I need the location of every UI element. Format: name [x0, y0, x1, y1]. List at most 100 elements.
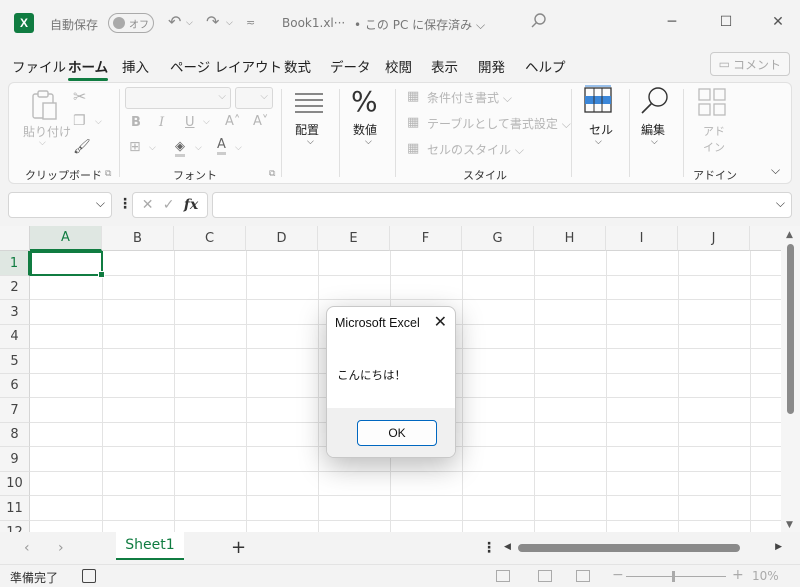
tab-review[interactable]: 校閲 — [385, 56, 412, 76]
shrink-font-button[interactable]: A˅ — [253, 114, 268, 129]
row-header[interactable]: 4 — [0, 325, 30, 349]
borders-icon[interactable]: ⊞ — [129, 139, 141, 155]
fill-color-icon[interactable]: ◈ — [175, 139, 185, 157]
tab-page-layout[interactable]: ページ レイアウト — [170, 56, 282, 76]
excel-icon[interactable]: X — [14, 13, 34, 33]
scroll-thumb[interactable] — [787, 244, 794, 414]
format-painter-icon[interactable]: 🖌 — [73, 139, 91, 155]
borders-dropdown-icon[interactable]: ⌵ — [149, 143, 156, 153]
row-header[interactable]: 2 — [0, 276, 30, 300]
italic-button[interactable]: I — [159, 115, 164, 130]
chevron-down-icon[interactable]: ⌵ — [776, 196, 785, 211]
bold-button[interactable]: B — [131, 115, 141, 130]
column-header[interactable]: J — [678, 226, 750, 251]
customize-qat-icon[interactable]: ≂ — [246, 16, 255, 29]
conditional-format-button[interactable]: 条件付き書式 ⌵ — [427, 89, 512, 106]
addins-button-line2[interactable]: イン — [703, 139, 725, 155]
redo-icon[interactable]: ↷ — [206, 12, 219, 31]
row-header[interactable]: 11 — [0, 496, 30, 521]
prev-sheet-icon[interactable]: ‹ — [24, 540, 30, 556]
document-title[interactable]: Book1.xl··· — [282, 16, 345, 30]
column-header[interactable]: B — [102, 226, 174, 251]
grow-font-button[interactable]: A˄ — [225, 114, 240, 129]
undo-icon[interactable]: ↶ — [168, 12, 181, 31]
tab-help[interactable]: ヘルプ — [525, 56, 566, 76]
chevron-down-icon[interactable]: ⌵ — [96, 196, 105, 211]
addins-icon[interactable] — [697, 87, 727, 117]
row-header[interactable]: 6 — [0, 374, 30, 398]
scroll-thumb[interactable] — [518, 544, 740, 552]
number-dropdown-icon[interactable]: ⌵ — [365, 137, 372, 147]
search-icon[interactable] — [530, 12, 548, 30]
ribbon-expand-icon[interactable]: ⌵ — [771, 163, 780, 178]
alignment-label[interactable]: 配置 — [295, 121, 319, 138]
zoom-level[interactable]: 10% — [752, 569, 779, 583]
editing-label[interactable]: 編集 — [641, 121, 665, 138]
row-header[interactable]: 10 — [0, 472, 30, 496]
minimize-icon[interactable]: ─ — [660, 10, 684, 34]
zoom-slider[interactable] — [626, 576, 726, 577]
paste-icon[interactable] — [29, 89, 59, 121]
cell-styles-button[interactable]: セルのスタイル ⌵ — [427, 141, 524, 158]
tab-home[interactable]: ホーム — [68, 56, 109, 81]
row-header[interactable]: 3 — [0, 300, 30, 325]
font-launcher-icon[interactable]: ⧉ — [269, 169, 275, 179]
column-header[interactable]: I — [606, 226, 678, 251]
addins-button-line1[interactable]: アド — [703, 123, 725, 139]
undo-dropdown-icon[interactable]: ⌵ — [186, 18, 193, 28]
maximize-icon[interactable]: ☐ — [714, 10, 738, 34]
column-header[interactable]: C — [174, 226, 246, 251]
row-header[interactable]: 8 — [0, 423, 30, 447]
font-color-dropdown-icon[interactable]: ⌵ — [235, 143, 242, 153]
clipboard-launcher-icon[interactable]: ⧉ — [105, 169, 111, 179]
font-color-icon[interactable]: A — [217, 137, 226, 155]
zoom-out-button[interactable]: − — [612, 567, 624, 583]
save-status[interactable]: • この PC に保存済み ⌵ — [354, 16, 485, 33]
underline-dropdown-icon[interactable]: ⌵ — [203, 117, 210, 127]
zoom-in-button[interactable]: + — [732, 567, 744, 583]
scroll-down-icon[interactable]: ▼ — [786, 520, 793, 530]
more-options-icon[interactable]: ⋮ — [118, 196, 132, 212]
column-header[interactable]: F — [390, 226, 462, 251]
row-header[interactable]: 9 — [0, 447, 30, 472]
alignment-icon[interactable] — [293, 91, 325, 117]
tab-insert[interactable]: 挿入 — [122, 56, 149, 76]
column-header[interactable]: H — [534, 226, 606, 251]
underline-button[interactable]: U — [185, 115, 195, 130]
next-sheet-icon[interactable]: › — [58, 540, 64, 556]
tab-data[interactable]: データ — [330, 56, 371, 76]
font-size-dropdown[interactable]: ⌵ — [235, 87, 273, 109]
row-header[interactable]: 5 — [0, 349, 30, 374]
redo-dropdown-icon[interactable]: ⌵ — [226, 18, 233, 28]
add-sheet-button[interactable]: + — [231, 537, 246, 558]
cancel-icon[interactable]: ✕ — [142, 197, 154, 213]
column-header[interactable]: E — [318, 226, 390, 251]
page-break-view-icon[interactable] — [576, 570, 590, 582]
scroll-up-icon[interactable]: ▲ — [786, 230, 793, 240]
active-cell-a1[interactable] — [30, 251, 105, 278]
cells-icon[interactable] — [583, 85, 613, 115]
editing-dropdown-icon[interactable]: ⌵ — [651, 137, 658, 147]
row-header[interactable]: 1 — [0, 251, 30, 276]
cut-icon[interactable]: ✂ — [73, 87, 86, 106]
alignment-dropdown-icon[interactable]: ⌵ — [307, 137, 314, 147]
scroll-right-icon[interactable]: ▶ — [775, 542, 782, 552]
enter-icon[interactable]: ✓ — [163, 197, 175, 213]
insert-function-icon[interactable]: fx — [184, 197, 198, 213]
column-header[interactable]: A — [30, 226, 102, 251]
normal-view-icon[interactable] — [496, 570, 510, 582]
ok-button[interactable]: OK — [357, 420, 437, 446]
number-label[interactable]: 数値 — [353, 121, 377, 138]
tab-developer[interactable]: 開発 — [478, 56, 505, 76]
cells-label[interactable]: セル — [589, 121, 613, 138]
search-icon[interactable] — [639, 85, 671, 117]
close-icon[interactable]: ✕ — [766, 10, 790, 34]
macro-recording-icon[interactable] — [82, 569, 96, 583]
tab-formulas[interactable]: 数式 — [284, 56, 311, 76]
horizontal-scrollbar[interactable]: ◀ ▶ — [500, 541, 784, 555]
font-name-dropdown[interactable]: ⌵ — [125, 87, 231, 109]
scroll-left-icon[interactable]: ◀ — [504, 542, 511, 552]
paste-dropdown-icon[interactable]: ⌵ — [39, 138, 46, 148]
tab-view[interactable]: 表示 — [431, 56, 458, 76]
close-icon[interactable]: ✕ — [434, 312, 447, 331]
